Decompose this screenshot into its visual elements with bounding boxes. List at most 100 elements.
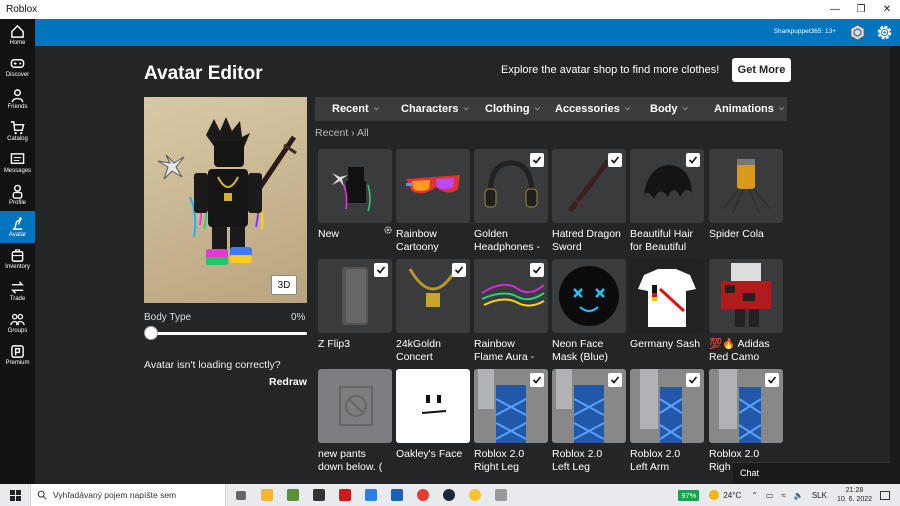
equipped-checkbox[interactable] xyxy=(608,153,622,167)
item-card[interactable]: Golden Headphones - xyxy=(474,149,548,254)
item-name[interactable]: Golden Headphones - xyxy=(474,228,554,254)
view-3d-button[interactable]: 3D xyxy=(271,275,297,295)
equipped-checkbox[interactable] xyxy=(765,373,779,387)
item-thumbnail[interactable] xyxy=(474,369,548,443)
equipped-checkbox[interactable] xyxy=(686,373,700,387)
item-name[interactable]: Germany Sash xyxy=(630,338,710,351)
tab-animations[interactable]: Animations ⌵ xyxy=(714,103,784,115)
item-thumbnail[interactable] xyxy=(396,149,470,223)
item-name[interactable]: Hatred Dragon Sword xyxy=(552,228,632,254)
notifications-icon[interactable] xyxy=(880,490,890,500)
breadcrumb[interactable]: Recent › All xyxy=(315,127,369,139)
nav-item-discover[interactable]: Discover xyxy=(0,51,35,83)
item-thumbnail[interactable] xyxy=(630,149,704,223)
nav-item-profile[interactable]: Profile xyxy=(0,179,35,211)
item-name[interactable]: 24kGoldn Concert xyxy=(396,338,476,364)
item-card[interactable]: Germany Sash xyxy=(630,259,704,351)
nav-item-premium[interactable]: Premium xyxy=(0,339,35,371)
item-thumbnail[interactable] xyxy=(318,369,392,443)
item-card[interactable]: New xyxy=(318,149,392,241)
app-l-button[interactable] xyxy=(360,484,382,506)
roblox-studio-button[interactable] xyxy=(308,484,330,506)
item-name[interactable]: Z Flip3 xyxy=(318,338,398,351)
wifi-icon[interactable]: ≈ xyxy=(781,491,785,500)
scrollbar[interactable] xyxy=(890,46,900,484)
username-label[interactable]: Sharkpuppet365: 13+ xyxy=(774,28,836,35)
item-thumbnail[interactable] xyxy=(630,369,704,443)
item-name[interactable]: Spider Cola xyxy=(709,228,789,241)
gear-icon[interactable] xyxy=(875,23,894,42)
item-thumbnail[interactable] xyxy=(474,149,548,223)
get-more-button[interactable]: Get More xyxy=(732,58,791,82)
tab-accessories[interactable]: Accessories ⌵ xyxy=(555,103,630,115)
equipped-checkbox[interactable] xyxy=(452,263,466,277)
item-name[interactable]: Rainbow Cartoony xyxy=(396,228,476,254)
item-name[interactable]: 💯🔥 Adidas Red Camo xyxy=(709,338,789,364)
equipped-checkbox[interactable] xyxy=(686,153,700,167)
item-card[interactable]: Neon Face Mask (Blue) xyxy=(552,259,626,364)
item-name[interactable]: Rainbow Flame Aura - xyxy=(474,338,554,364)
item-thumbnail[interactable] xyxy=(396,259,470,333)
item-card[interactable]: Rainbow Flame Aura - xyxy=(474,259,548,364)
file-explorer-button[interactable] xyxy=(256,484,278,506)
item-thumbnail[interactable] xyxy=(318,259,392,333)
chat-bar[interactable]: Chat xyxy=(733,462,890,484)
item-thumbnail[interactable] xyxy=(396,369,470,443)
battery-indicator[interactable]: 97% xyxy=(678,489,700,501)
network-icon[interactable]: ▭ xyxy=(766,491,774,500)
item-card[interactable]: Roblox 2.0 Left Arm xyxy=(630,369,704,474)
item-card[interactable]: new pants down below. ( xyxy=(318,369,392,474)
nav-item-trade[interactable]: Trade xyxy=(0,275,35,307)
settings-icon[interactable] xyxy=(383,225,393,235)
minimize-button[interactable]: — xyxy=(822,0,848,19)
nav-item-messages[interactable]: Messages xyxy=(0,147,35,179)
item-thumbnail[interactable] xyxy=(709,369,783,443)
item-name[interactable]: Beautiful Hair for Beautiful xyxy=(630,228,710,254)
item-card[interactable]: 24kGoldn Concert xyxy=(396,259,470,364)
clock[interactable]: 21:28 10. 6. 2022 xyxy=(837,486,872,504)
tab-clothing[interactable]: Clothing ⌵ xyxy=(485,103,540,115)
item-name[interactable]: Roblox 2.0 Right Leg xyxy=(474,448,554,474)
item-card[interactable]: Roblox 2.0 Righ xyxy=(709,369,783,474)
nav-item-avatar[interactable]: Avatar xyxy=(0,211,35,243)
volume-icon[interactable]: 🔈 xyxy=(794,491,804,500)
nav-item-home[interactable]: Home xyxy=(0,19,35,51)
item-thumbnail[interactable] xyxy=(552,259,626,333)
equipped-checkbox[interactable] xyxy=(374,263,388,277)
nav-item-inventory[interactable]: Inventory xyxy=(0,243,35,275)
item-card[interactable]: Beautiful Hair for Beautiful xyxy=(630,149,704,254)
item-name[interactable]: Oakley's Face xyxy=(396,448,476,461)
tray-chevron-icon[interactable]: ⌃ xyxy=(751,491,758,500)
steam-button[interactable] xyxy=(438,484,460,506)
item-name[interactable]: Roblox 2.0 Left Arm xyxy=(630,448,710,474)
avatar-preview[interactable]: 3D xyxy=(144,97,307,303)
chrome-button[interactable] xyxy=(412,484,434,506)
nav-item-friends[interactable]: Friends xyxy=(0,83,35,115)
nav-item-catalog[interactable]: Catalog xyxy=(0,115,35,147)
item-card[interactable]: Hatred Dragon Sword xyxy=(552,149,626,254)
item-thumbnail[interactable] xyxy=(474,259,548,333)
item-thumbnail[interactable] xyxy=(552,369,626,443)
item-card[interactable]: Z Flip3 xyxy=(318,259,392,351)
language-indicator[interactable]: SLK xyxy=(812,491,827,500)
equipped-checkbox[interactable] xyxy=(530,373,544,387)
equipped-checkbox[interactable] xyxy=(530,263,544,277)
item-card[interactable]: Rainbow Cartoony xyxy=(396,149,470,254)
close-button[interactable]: ✕ xyxy=(874,0,900,19)
item-thumbnail[interactable] xyxy=(709,149,783,223)
robux-icon[interactable] xyxy=(849,24,866,41)
body-type-slider-knob[interactable] xyxy=(144,326,158,340)
windows-start-button[interactable] xyxy=(0,484,30,506)
chrome-2-button[interactable] xyxy=(464,484,486,506)
nav-item-groups[interactable]: Groups xyxy=(0,307,35,339)
item-name[interactable]: Neon Face Mask (Blue) xyxy=(552,338,632,364)
minecraft-button[interactable] xyxy=(282,484,304,506)
item-card[interactable]: 💯🔥 Adidas Red Camo xyxy=(709,259,783,364)
task-view-button[interactable] xyxy=(230,484,252,506)
item-name[interactable]: new pants down below. ( xyxy=(318,448,398,474)
app-blue-button[interactable] xyxy=(386,484,408,506)
taskbar-search-input[interactable]: Vyhľadávaný pojem napíšte sem xyxy=(30,484,226,506)
equipped-checkbox[interactable] xyxy=(530,153,544,167)
item-card[interactable]: Roblox 2.0 Right Leg xyxy=(474,369,548,474)
item-thumbnail[interactable] xyxy=(318,149,392,223)
